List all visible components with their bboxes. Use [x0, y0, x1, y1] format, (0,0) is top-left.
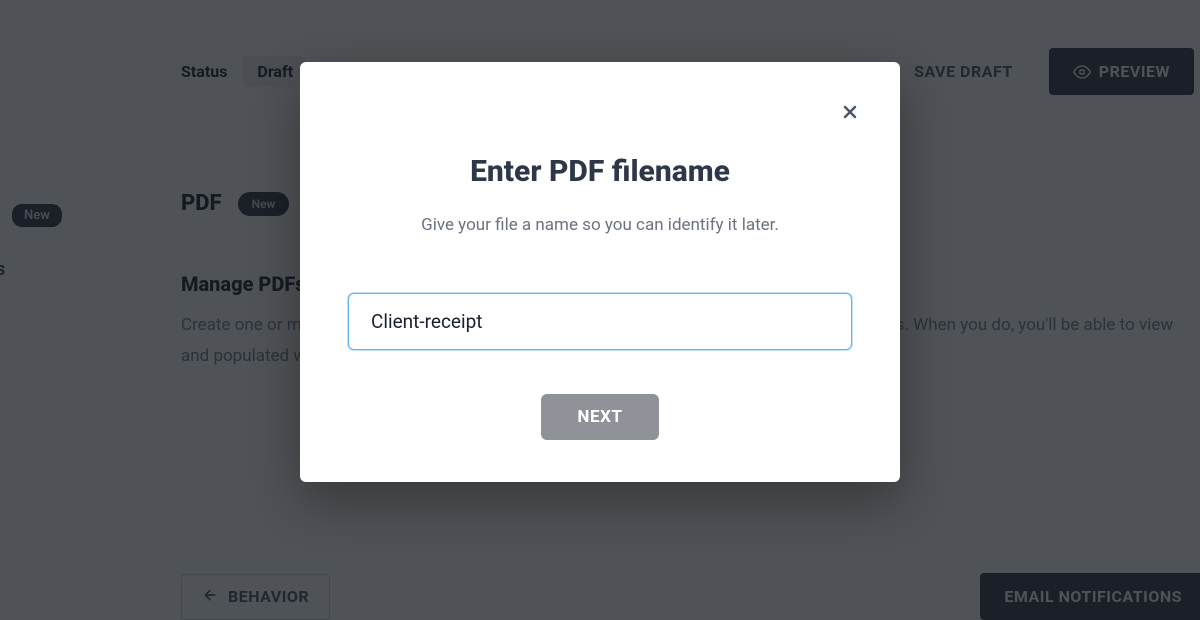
modal-title: Enter PDF filename [348, 154, 852, 189]
close-icon [840, 102, 860, 122]
filename-modal: Enter PDF filename Give your file a name… [300, 62, 900, 482]
modal-overlay[interactable]: Enter PDF filename Give your file a name… [0, 0, 1200, 620]
filename-input[interactable] [348, 293, 852, 350]
modal-subtitle: Give your file a name so you can identif… [348, 215, 852, 235]
next-button[interactable]: NEXT [541, 394, 658, 440]
close-button[interactable] [836, 98, 864, 126]
